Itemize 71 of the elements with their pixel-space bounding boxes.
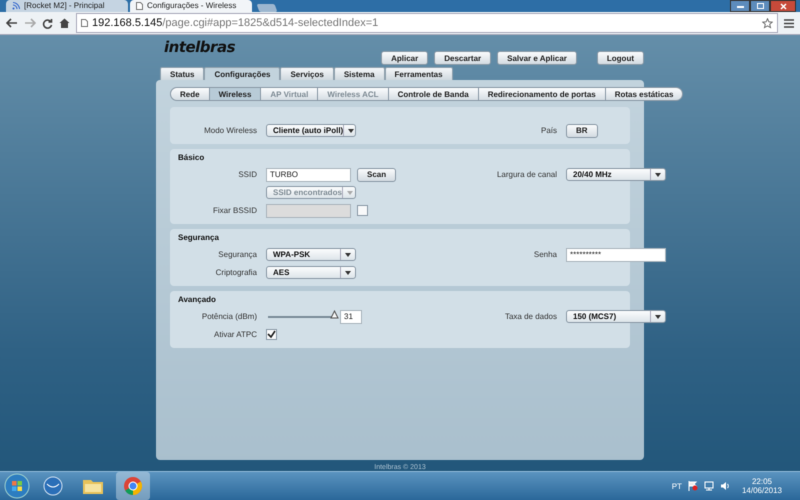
sub-tab[interactable]: Redirecionamento de portas (478, 87, 606, 101)
action-button[interactable]: Aplicar (381, 51, 428, 65)
section-title: Avançado (177, 295, 217, 304)
clock-time: 22:05 (752, 477, 772, 486)
language-indicator[interactable]: PT (672, 482, 682, 490)
dropdown[interactable]: Cliente (auto iPoll) (266, 124, 356, 137)
number-field[interactable]: 31 (340, 310, 362, 324)
flag-icon[interactable] (688, 481, 698, 491)
globe-icon (43, 476, 63, 496)
dropdown[interactable]: 20/40 MHz (566, 168, 666, 181)
main-tab[interactable]: Configurações (204, 67, 280, 80)
field-label: Taxa de dados (504, 312, 558, 321)
maximize-button[interactable] (750, 0, 770, 12)
start-button[interactable] (4, 473, 30, 499)
checkbox[interactable] (357, 205, 368, 216)
main-tab[interactable]: Ferramentas (384, 67, 453, 80)
browser-tab[interactable]: Configurações - Wireless (130, 0, 252, 12)
reload-icon[interactable] (42, 18, 53, 28)
sub-tab[interactable]: Wireless (210, 87, 262, 101)
sub-tab[interactable]: Controle de Banda (388, 87, 479, 101)
field-label: Potência (dBm) (200, 312, 258, 321)
text-field[interactable]: TURBO (266, 168, 351, 182)
page-icon (136, 2, 143, 10)
scan-button[interactable]: BR (566, 124, 598, 138)
section-title: Básico (177, 153, 206, 162)
dropdown[interactable]: WPA-PSK (266, 248, 356, 261)
dropdown[interactable]: 150 (MCS7) (566, 310, 666, 323)
feed-icon (12, 2, 20, 10)
page-icon (81, 19, 88, 27)
network-icon[interactable] (704, 481, 714, 491)
main-tab[interactable]: Serviços (280, 67, 334, 80)
field-label: Segurança (217, 250, 258, 259)
minimize-icon (736, 4, 744, 8)
taskbar-app[interactable] (116, 472, 150, 500)
browser-tab[interactable]: [Rocket M2] - Principal (6, 0, 128, 12)
field-label: Modo Wireless (203, 126, 258, 135)
back-icon[interactable] (6, 18, 18, 28)
main-tab[interactable]: Sistema (334, 67, 385, 80)
speaker-icon[interactable] (720, 481, 730, 491)
action-button[interactable]: Salvar e Aplicar (497, 51, 577, 65)
text-field[interactable]: ********** (566, 248, 666, 262)
minimize-button[interactable] (730, 0, 750, 12)
field-label: Senha (532, 250, 558, 259)
dropdown[interactable]: AES (266, 266, 356, 279)
address-bar[interactable]: 192.168.5.145/page.cgi#app=1825&d514-selectedIndex=1 (76, 13, 778, 33)
field-label: Criptografia (214, 268, 258, 277)
logo: intelbras (164, 38, 235, 56)
main-tab[interactable]: Status (160, 67, 204, 80)
action-button[interactable]: Descartar (434, 51, 492, 65)
clock-date: 14/06/2013 (742, 486, 782, 495)
field-label: Fixar BSSID (212, 206, 258, 215)
close-icon (780, 2, 786, 10)
maximize-icon (756, 3, 764, 9)
field-label: País (540, 126, 558, 135)
sub-tab[interactable]: Rotas estáticas (606, 87, 684, 101)
menu-icon[interactable] (784, 18, 794, 28)
checkbox[interactable] (266, 329, 277, 340)
field-label: SSID (237, 170, 258, 179)
field-label: Largura de canal (496, 170, 558, 179)
chrome-icon (123, 476, 143, 496)
logout-button[interactable]: Logout (596, 51, 644, 65)
scan-button[interactable]: Scan (357, 168, 396, 182)
section-title: Segurança (177, 233, 220, 242)
slider-thumb[interactable] (330, 310, 339, 318)
new-tab-button[interactable] (256, 4, 278, 12)
sub-tab[interactable]: Rede (170, 87, 210, 101)
close-button[interactable] (770, 0, 796, 12)
star-icon[interactable] (762, 18, 773, 28)
field-label: Ativar ATPC (213, 330, 258, 339)
folder-icon (82, 477, 104, 495)
home-icon[interactable] (59, 18, 70, 28)
